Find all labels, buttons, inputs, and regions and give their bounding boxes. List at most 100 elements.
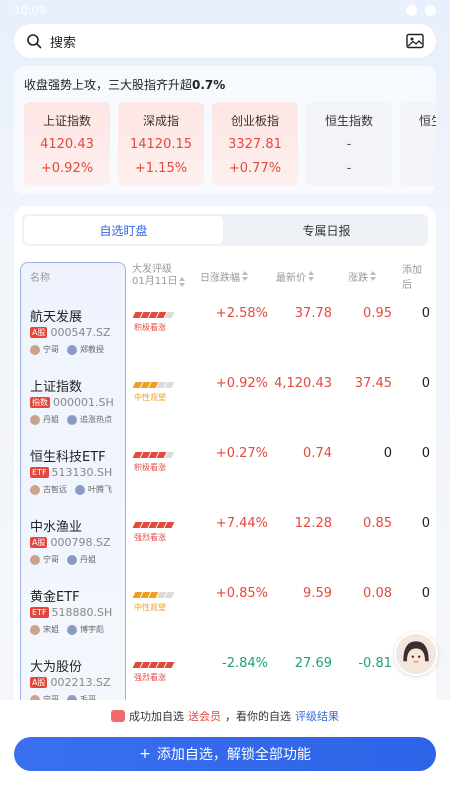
index-card[interactable]: 恒生科技-- <box>400 102 436 186</box>
analyst[interactable]: 丹姐 <box>67 554 96 565</box>
table-header: 名称 大发评级 01月11日 日涨跌幅 最新价 涨跌 添加后 <box>20 262 430 291</box>
tab-daily-report[interactable]: 专属日报 <box>227 216 426 244</box>
market-headline: 收盘强势上攻，三大股指齐升超0.7% <box>24 76 225 93</box>
index-card[interactable]: 上证指数 4120.43 +0.92% <box>24 102 110 186</box>
analyst[interactable]: 博宇彪 <box>67 624 104 635</box>
assistant-avatar[interactable] <box>394 632 438 676</box>
table-row[interactable]: 黄金ETF ETF 518880.SH 宋姐 博宇彪 中性观望 +0.85% 9.59 0.08… <box>20 576 430 646</box>
search-bar[interactable]: 搜索 <box>14 24 436 58</box>
assistant-face-icon <box>396 634 436 674</box>
rating-text: 中性观望 <box>134 603 166 612</box>
analyst-name: 郑教授 <box>80 345 104 354</box>
intraday-change: +7.44% <box>215 516 268 531</box>
header-rating-date: 01月11日 <box>132 276 178 287</box>
index-change: - <box>346 160 352 176</box>
header-intraday-label: 日涨跌幅 <box>200 272 240 284</box>
rating-bars <box>132 452 175 458</box>
analyst-name: 丹姐 <box>80 555 96 564</box>
avatar <box>30 414 40 425</box>
header-price-label: 最新价 <box>276 272 306 284</box>
index-name: 上证指数 <box>42 114 91 129</box>
header-name[interactable]: 名称 <box>30 262 50 290</box>
avatar <box>67 414 77 425</box>
market-tag: A股 <box>30 537 48 548</box>
rating-text: 中性观望 <box>134 393 166 402</box>
stock-code-line: ETF 518880.SH <box>30 606 112 619</box>
stock-code: 000547.SZ <box>50 326 111 339</box>
avatar <box>67 624 77 635</box>
rating-bar <box>164 312 175 318</box>
added-change: 0 <box>421 306 430 321</box>
analyst[interactable]: 宁哥 <box>30 344 59 355</box>
header-price[interactable]: 最新价 <box>276 262 314 290</box>
rating-bars <box>132 522 175 528</box>
latest-price: 37.78 <box>294 306 332 321</box>
avatar <box>30 554 40 565</box>
wifi-icon <box>406 4 417 16</box>
rating-bars <box>132 592 175 598</box>
latest-price: 9.59 <box>303 586 332 601</box>
analyst[interactable]: 叶腾飞 <box>75 484 112 495</box>
status-icons <box>406 4 436 16</box>
header-rating[interactable]: 大发评级 01月11日 <box>132 262 186 290</box>
header-name-label: 名称 <box>30 272 50 284</box>
intraday-change: +2.58% <box>215 306 268 321</box>
index-value: 3327.81 <box>228 137 282 153</box>
image-search-icon[interactable] <box>406 33 424 49</box>
header-added[interactable]: 添加后 <box>402 262 430 291</box>
price-change: 37.45 <box>354 376 392 391</box>
rating-text: 强烈看涨 <box>134 533 166 542</box>
index-card[interactable]: 恒生指数 - - <box>306 102 392 186</box>
avatar <box>67 554 77 565</box>
market-tag: A股 <box>30 327 48 338</box>
added-change: 0 <box>421 446 430 461</box>
analyst[interactable]: 古智远 <box>30 484 67 495</box>
rating-indicator: 强烈看涨 <box>132 662 175 683</box>
index-name: 恒生科技 <box>418 114 436 129</box>
analyst-list: 宋姐 博宇彪 <box>30 624 104 635</box>
tab-watchlist[interactable]: 自选盯盘 <box>24 216 223 244</box>
added-change: 0 <box>421 516 430 531</box>
index-card[interactable]: 深成指 14120.15 +1.15% <box>118 102 204 186</box>
analyst[interactable]: 郑教授 <box>67 344 104 355</box>
analyst[interactable]: 追涨热点 <box>67 414 112 425</box>
promo-text-2: ，看你的自选 <box>225 710 291 723</box>
stock-code-line: A股 000547.SZ <box>30 326 111 339</box>
index-name: 创业板指 <box>230 114 279 129</box>
rating-indicator: 强烈看涨 <box>132 522 175 543</box>
promo-banner[interactable]: 成功加自选 送会员 ，看你的自选 评级结果 <box>0 708 450 724</box>
analyst[interactable]: 宁哥 <box>30 554 59 565</box>
analyst-name: 追涨热点 <box>80 415 112 424</box>
avatar <box>75 484 85 495</box>
table-row[interactable]: 中水渔业 A股 000798.SZ 宁哥 丹姐 强烈看涨 +7.44% 12.28 0.85 0 <box>20 506 430 576</box>
header-intraday[interactable]: 日涨跌幅 <box>200 262 248 290</box>
analyst-list: 古智远 叶腾飞 <box>30 484 112 495</box>
promo-text-1: 成功加自选 <box>129 710 184 723</box>
table-row[interactable]: 航天发展 A股 000547.SZ 宁哥 郑教授 积极看涨 +2.58% 37.78 0.95 0 <box>20 296 430 366</box>
index-cards-row[interactable]: 上证指数 4120.43 +0.92% 深成指 14120.15 +1.15% 创业板指 33… <box>24 102 436 186</box>
table-row[interactable]: 恒生科技ETF ETF 513130.SH 古智远 叶腾飞 积极看涨 +0.27% 0.74 0… <box>20 436 430 506</box>
analyst[interactable]: 丹姐 <box>30 414 59 425</box>
market-tag: ETF <box>30 467 49 478</box>
latest-price: 0.74 <box>303 446 332 461</box>
search-placeholder: 搜索 <box>50 35 77 51</box>
header-change[interactable]: 涨跌 <box>348 262 376 290</box>
rating-indicator: 中性观望 <box>132 592 175 613</box>
latest-price: 4,120.43 <box>274 376 332 391</box>
table-row[interactable]: 上证指数 指数 000001.SH 丹姐 追涨热点 中性观望 +0.92% 4,120.43 3… <box>20 366 430 436</box>
analyst[interactable]: 宋姐 <box>30 624 59 635</box>
analyst-list: 宁哥 丹姐 <box>30 554 96 565</box>
stock-name: 中水渔业 <box>30 520 83 535</box>
stock-code: 513130.SH <box>51 466 113 479</box>
index-name: 恒生指数 <box>324 114 373 129</box>
market-tag: 指数 <box>30 397 50 408</box>
bottom-action-area: 成功加自选 送会员 ，看你的自选 评级结果 + 添加自选，解锁全部功能 <box>0 700 450 800</box>
stock-code: 000798.SZ <box>50 536 111 549</box>
rating-indicator: 中性观望 <box>132 382 175 403</box>
index-card[interactable]: 创业板指 3327.81 +0.77% <box>212 102 298 186</box>
market-tag: A股 <box>30 677 48 688</box>
index-value: 4120.43 <box>40 137 94 153</box>
promo-highlight-result: 评级结果 <box>295 710 339 723</box>
add-watchlist-button[interactable]: + 添加自选，解锁全部功能 <box>14 737 436 771</box>
analyst-name: 宁哥 <box>43 345 59 354</box>
